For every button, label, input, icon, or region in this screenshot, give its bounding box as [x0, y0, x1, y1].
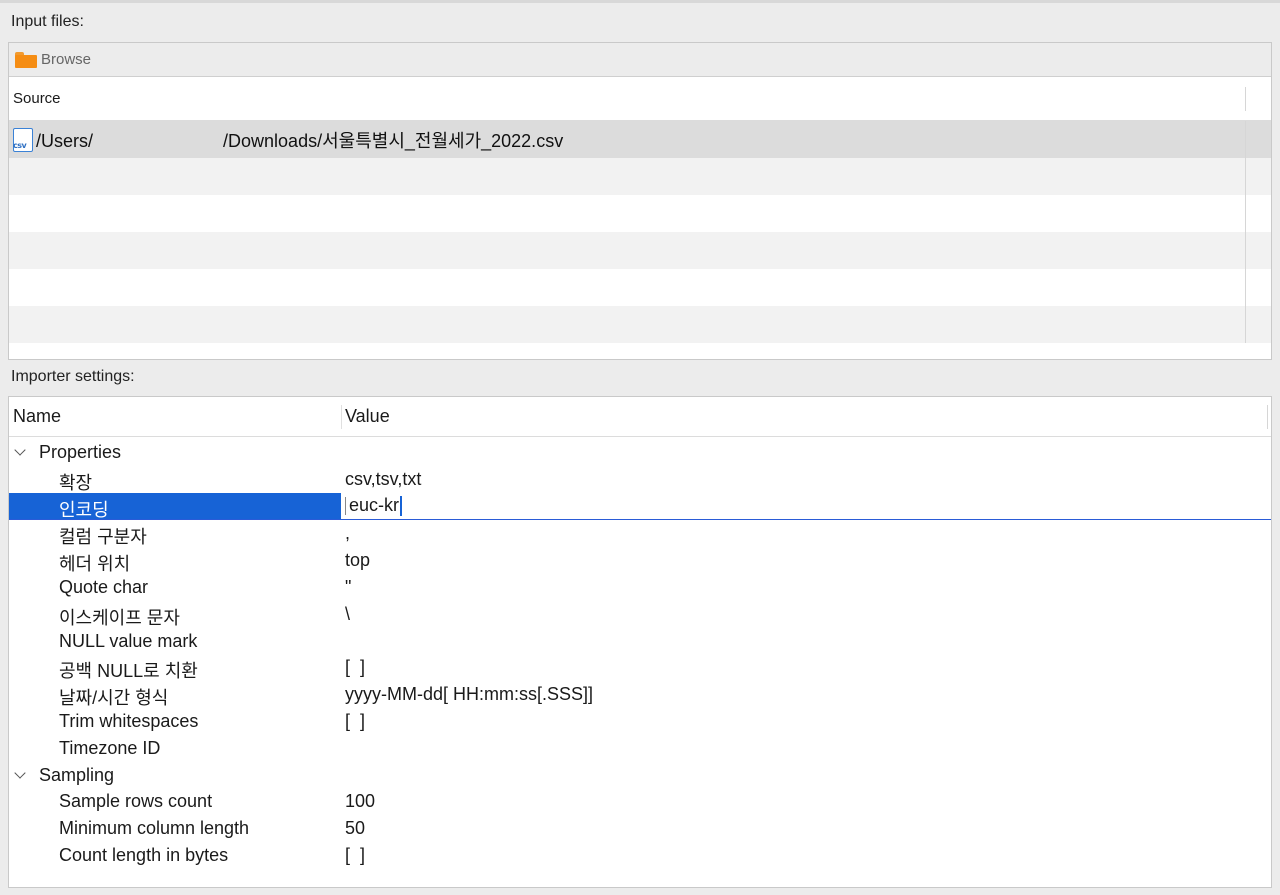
property-name: 이스케이프 문자: [59, 607, 180, 628]
property-row[interactable]: Trim whitespaces [ ]: [9, 708, 1271, 735]
file-row[interactable]: csv /Users/ /Downloads/서울특별시_전월세가_2022.c…: [9, 121, 1271, 158]
property-name: 인코딩: [59, 499, 109, 520]
encoding-input[interactable]: euc-kr: [345, 493, 403, 520]
input-border: [345, 496, 346, 515]
empty-row: [9, 195, 1271, 232]
checkbox-value[interactable]: [ ]: [345, 657, 365, 678]
property-name: Timezone ID: [59, 737, 161, 758]
importer-settings-panel: Name Value Properties 확장 csv,tsv,txt 인코딩…: [8, 396, 1272, 888]
property-name: Quote char: [59, 576, 149, 597]
group-label: Properties: [39, 442, 122, 462]
name-column-header[interactable]: Name: [13, 406, 61, 427]
csv-file-icon: csv: [13, 127, 33, 152]
property-value[interactable]: ": [345, 577, 351, 598]
column-separator: [1245, 195, 1246, 232]
encoding-input-text[interactable]: euc-kr: [349, 495, 399, 516]
property-name: 헤더 위치: [59, 554, 131, 575]
empty-row: [9, 232, 1271, 269]
property-row[interactable]: NULL value mark: [9, 628, 1271, 655]
property-name: 컬럼 구분자: [59, 527, 147, 548]
column-separator: [341, 405, 342, 429]
property-value[interactable]: 50: [345, 818, 365, 839]
property-row[interactable]: 컬럼 구분자 ,: [9, 520, 1271, 547]
importer-settings-label: Importer settings:: [11, 368, 135, 385]
property-value[interactable]: top: [345, 550, 370, 571]
text-caret: [400, 495, 403, 516]
empty-row: [9, 269, 1271, 306]
property-value[interactable]: yyyy-MM-dd[ HH:mm:ss[.SSS]]: [345, 684, 593, 705]
property-row[interactable]: 이스케이프 문자 \: [9, 601, 1271, 628]
property-row[interactable]: Quote char ": [9, 574, 1271, 601]
column-separator: [1245, 87, 1246, 111]
property-name: Sample rows count: [59, 791, 213, 812]
property-row[interactable]: Sample rows count 100: [9, 788, 1271, 815]
property-value[interactable]: 100: [345, 791, 375, 812]
property-value[interactable]: csv,tsv,txt: [345, 469, 421, 490]
property-name: Trim whitespaces: [59, 710, 199, 731]
top-divider: [0, 0, 1280, 3]
property-row[interactable]: Minimum column length 50: [9, 815, 1271, 842]
file-path: /Users/ /Downloads/서울특별시_전월세가_2022.csv: [36, 130, 564, 151]
property-name: 확장: [59, 472, 93, 493]
file-list: csv /Users/ /Downloads/서울특별시_전월세가_2022.c…: [9, 121, 1271, 343]
property-name: 공백 NULL로 치환: [59, 661, 198, 682]
property-row[interactable]: 공백 NULL로 치환 [ ]: [9, 654, 1271, 681]
column-separator: [1245, 232, 1246, 269]
column-separator: [1267, 405, 1268, 429]
property-value[interactable]: ,: [345, 523, 350, 544]
property-name: Minimum column length: [59, 818, 250, 839]
browse-button[interactable]: Browse: [15, 51, 91, 68]
input-files-label: Input files:: [11, 13, 84, 30]
group-properties[interactable]: Properties: [9, 439, 1271, 466]
group-label: Sampling: [39, 764, 115, 785]
property-row[interactable]: Timezone ID: [9, 735, 1271, 762]
property-row[interactable]: 헤더 위치 top: [9, 547, 1271, 574]
property-row-selected[interactable]: 인코딩 euc-kr: [9, 492, 1271, 521]
property-value[interactable]: \: [345, 604, 350, 625]
column-separator: [1245, 158, 1246, 195]
column-separator: [1245, 306, 1246, 343]
chevron-down-icon[interactable]: [14, 444, 26, 456]
source-column-header[interactable]: Source: [9, 77, 1271, 121]
value-column-header[interactable]: Value: [345, 406, 390, 427]
property-row[interactable]: Count length in bytes [ ]: [9, 842, 1271, 869]
folder-icon: [15, 51, 37, 68]
empty-row: [9, 306, 1271, 343]
property-name: 날짜/시간 형식: [59, 688, 169, 709]
property-row[interactable]: 날짜/시간 형식 yyyy-MM-dd[ HH:mm:ss[.SSS]]: [9, 681, 1271, 708]
column-separator: [1245, 121, 1246, 158]
browse-label: Browse: [41, 51, 92, 68]
checkbox-value[interactable]: [ ]: [345, 845, 365, 866]
property-name: Count length in bytes: [59, 844, 229, 865]
chevron-down-icon[interactable]: [14, 766, 26, 779]
group-sampling[interactable]: Sampling: [9, 762, 1271, 789]
source-header-label: Source: [13, 90, 61, 107]
checkbox-value[interactable]: [ ]: [345, 711, 365, 732]
column-separator: [1245, 269, 1246, 306]
property-name: NULL value mark: [59, 630, 198, 651]
input-files-toolbar: Browse: [9, 43, 1271, 77]
property-row[interactable]: 확장 csv,tsv,txt: [9, 466, 1271, 493]
settings-header: Name Value: [9, 397, 1271, 437]
empty-row: [9, 158, 1271, 195]
input-files-panel: Browse Source csv /Users/ /Downloads/서울특…: [8, 42, 1272, 360]
